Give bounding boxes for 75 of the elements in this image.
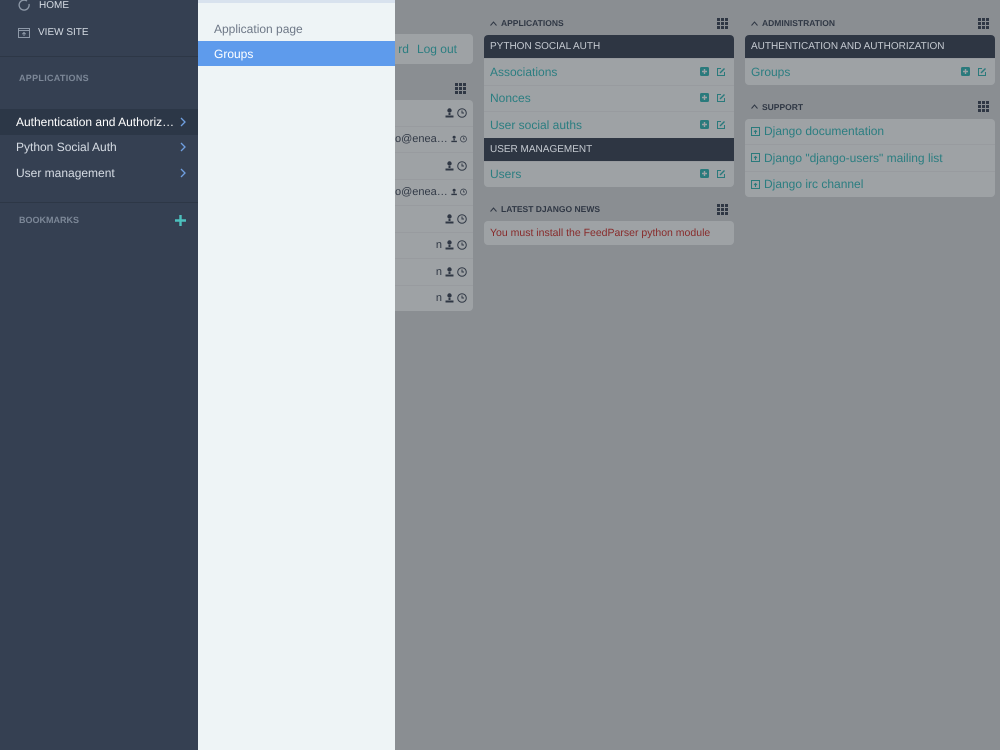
edit-icon[interactable]: [716, 120, 726, 130]
edit-icon[interactable]: [716, 169, 726, 180]
action-text: o@enea…: [395, 133, 448, 146]
chevron-right-icon: [180, 116, 186, 127]
action-text: n: [436, 292, 442, 304]
clock-icon: [457, 160, 467, 171]
model-link[interactable]: Nonces: [490, 91, 531, 106]
app-group-header[interactable]: AUTHENTICATION AND AUTHORIZATION: [745, 35, 995, 58]
grid-icon[interactable]: [978, 18, 989, 28]
grid-icon[interactable]: [455, 82, 466, 94]
section-title: APPLICATIONS: [18, 72, 90, 85]
action-text: n: [436, 239, 442, 252]
nav-link[interactable]: HOME: [0, 0, 198, 19]
user-icon: [445, 108, 454, 118]
chevron-right-icon: [180, 168, 186, 178]
edit-icon[interactable]: [716, 93, 726, 104]
header-link[interactable]: Log out: [416, 42, 457, 56]
support-link[interactable]: Django documentation: [764, 124, 884, 138]
collapse-icon[interactable]: [751, 104, 758, 109]
add-bookmark-icon[interactable]: [175, 214, 186, 226]
model-link[interactable]: User social auths: [490, 118, 582, 132]
clock-icon: [457, 108, 467, 118]
add-icon[interactable]: [700, 93, 709, 102]
header-link[interactable]: rd: [398, 42, 409, 56]
user-icon: [445, 293, 454, 304]
edit-icon[interactable]: [716, 66, 726, 77]
grid-icon[interactable]: [717, 18, 728, 28]
external-link-icon: [751, 180, 760, 189]
user-icon: [445, 214, 454, 224]
add-icon[interactable]: [961, 66, 970, 76]
user-icon: [445, 266, 454, 277]
app-menu-item[interactable]: User management: [0, 160, 198, 186]
user-icon: [450, 187, 458, 198]
support-link[interactable]: Django "django-users" mailing list: [764, 150, 943, 165]
collapse-icon[interactable]: [490, 20, 497, 26]
add-icon[interactable]: [700, 120, 709, 129]
app-menu-item[interactable]: Python Social Auth: [0, 134, 198, 160]
module-title: APPLICATIONS: [501, 18, 564, 28]
collapse-icon[interactable]: [490, 206, 497, 212]
section-title: BOOKMARKS: [19, 215, 79, 225]
submenu-item[interactable]: Application page: [198, 16, 395, 41]
collapse-icon[interactable]: [751, 20, 758, 26]
action-text: n: [436, 266, 442, 278]
user-icon: [445, 240, 454, 250]
clock-icon: [457, 240, 467, 250]
add-icon[interactable]: [700, 66, 709, 76]
module-title: ADMINISTRATION: [762, 18, 836, 28]
edit-icon[interactable]: [977, 66, 987, 77]
submenu-item[interactable]: Groups: [198, 41, 395, 66]
module-title: SUPPORT: [762, 102, 804, 112]
add-icon[interactable]: [700, 169, 709, 178]
app-group-header[interactable]: USER MANAGEMENT: [484, 138, 734, 160]
model-link[interactable]: Users: [490, 167, 522, 182]
clock-icon: [457, 214, 467, 224]
support-link[interactable]: Django irc channel: [764, 177, 864, 192]
app-group-header[interactable]: PYTHON SOCIAL AUTH: [484, 35, 734, 58]
model-link[interactable]: Groups: [751, 64, 790, 79]
clock-icon: [457, 266, 467, 277]
model-link[interactable]: Associations: [490, 64, 558, 79]
error-message: You must install the FeedParser python module: [489, 226, 712, 241]
user-icon: [445, 160, 454, 171]
user-icon: [450, 134, 458, 144]
action-text: o@enea…: [395, 186, 448, 198]
window-icon: [18, 28, 30, 38]
grid-icon[interactable]: [978, 101, 989, 112]
chevron-right-icon: [180, 142, 186, 152]
app-menu-item[interactable]: Authentication and Authoriz…: [0, 109, 198, 134]
module-title: LATEST DJANGO NEWS: [501, 204, 600, 214]
external-link-icon: [751, 153, 760, 162]
clock-icon: [460, 134, 467, 144]
external-link-icon: [751, 126, 760, 136]
clock-icon: [457, 293, 467, 304]
grid-icon[interactable]: [717, 204, 728, 214]
nav-link[interactable]: VIEW SITE: [0, 19, 198, 46]
clock-icon: [460, 187, 467, 198]
